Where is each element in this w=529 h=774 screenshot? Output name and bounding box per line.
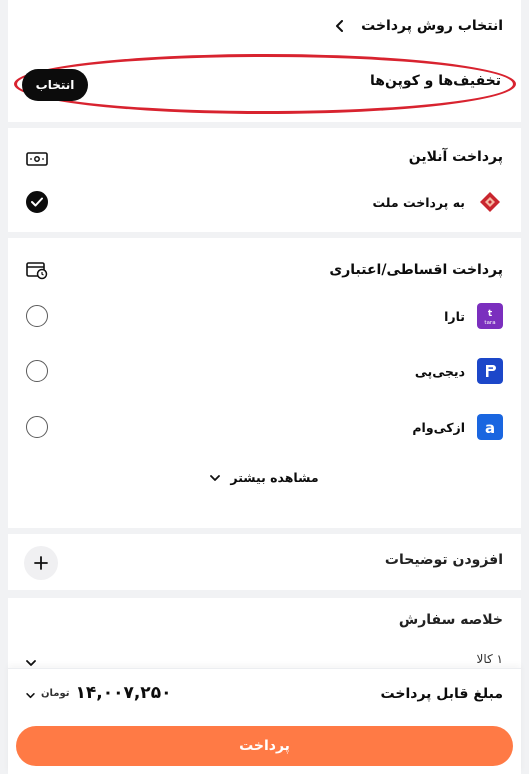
- installment-title: پرداخت اقساطی/اعتباری: [329, 262, 503, 278]
- header-card: انتخاب روش پرداخت تخفیف‌ها و کوپن‌ها انت…: [8, 0, 521, 122]
- notes-section: افزودن توضیحات: [8, 534, 521, 590]
- installment-payment-section: پرداخت اقساطی/اعتباری t tara تارا دیجی‌پی…: [8, 238, 521, 528]
- svg-text:t: t: [488, 309, 493, 319]
- currency-label: تومان: [41, 687, 70, 699]
- order-summary-section: خلاصه سفارش ۱ کالا مبلغ قابل پرداخت توما…: [8, 598, 521, 774]
- show-more-label: مشاهده بیشتر: [230, 470, 319, 485]
- option-name: ازکی‌وام: [412, 419, 465, 435]
- order-summary-title: خلاصه سفارش: [398, 612, 503, 628]
- tara-logo-icon: t tara: [477, 303, 503, 329]
- coupons-label: تخفیف‌ها و کوپن‌ها: [370, 73, 501, 89]
- installment-heading: پرداخت اقساطی/اعتباری: [329, 262, 503, 278]
- online-payment-title: پرداخت آنلاین: [408, 149, 503, 165]
- page-title: انتخاب روش پرداخت: [333, 18, 503, 34]
- add-notes-label: افزودن توضیحات: [384, 552, 503, 568]
- radio-selected[interactable]: [26, 191, 48, 213]
- option-tara[interactable]: t tara تارا: [26, 300, 503, 332]
- cash-icon: [26, 151, 48, 171]
- option-azki[interactable]: a ازکی‌وام: [26, 411, 503, 443]
- payment-footer: مبلغ قابل پرداخت تومان ۱۴,۰۰۷,۲۵۰ پرداخت: [8, 668, 521, 774]
- payment-page: انتخاب روش پرداخت تخفیف‌ها و کوپن‌ها انت…: [8, 0, 521, 774]
- credit-card-clock-icon: [26, 262, 48, 284]
- payable-amount[interactable]: تومان ۱۴,۰۰۷,۲۵۰: [26, 683, 171, 703]
- azki-logo-icon: a: [477, 414, 503, 440]
- pay-button[interactable]: پرداخت: [16, 726, 513, 766]
- chevron-down-icon: [210, 470, 221, 485]
- mellat-logo-icon: [477, 189, 503, 215]
- chevron-down-icon: [26, 684, 35, 703]
- radio-unselected[interactable]: [26, 305, 48, 327]
- option-name: به پرداخت ملت: [372, 194, 465, 210]
- items-toggle-row[interactable]: ۱ کالا: [26, 648, 503, 668]
- plus-icon: [34, 556, 48, 570]
- option-name: تارا: [444, 308, 465, 324]
- option-name: دیجی‌پی: [414, 363, 465, 379]
- payable-amount-label: مبلغ قابل پرداخت: [380, 686, 503, 702]
- radio-unselected[interactable]: [26, 416, 48, 438]
- amount-value: ۱۴,۰۰۷,۲۵۰: [75, 683, 172, 703]
- items-count: ۱ کالا: [476, 652, 503, 666]
- page-title-text: انتخاب روش پرداخت: [361, 18, 503, 34]
- digipay-logo-icon: [477, 358, 503, 384]
- back-chevron-icon[interactable]: [333, 19, 347, 33]
- option-digipay[interactable]: دیجی‌پی: [26, 355, 503, 387]
- show-more-link[interactable]: مشاهده بیشتر: [8, 470, 521, 485]
- online-payment-section: پرداخت آنلاین به پرداخت ملت: [8, 128, 521, 232]
- svg-text:tara: tara: [484, 320, 495, 326]
- radio-unselected[interactable]: [26, 360, 48, 382]
- svg-text:a: a: [485, 419, 495, 437]
- online-payment-heading: پرداخت آنلاین: [409, 149, 503, 165]
- select-coupon-button[interactable]: انتخاب: [22, 69, 88, 101]
- add-notes-button[interactable]: [24, 546, 58, 580]
- option-mellat[interactable]: به پرداخت ملت: [26, 186, 503, 218]
